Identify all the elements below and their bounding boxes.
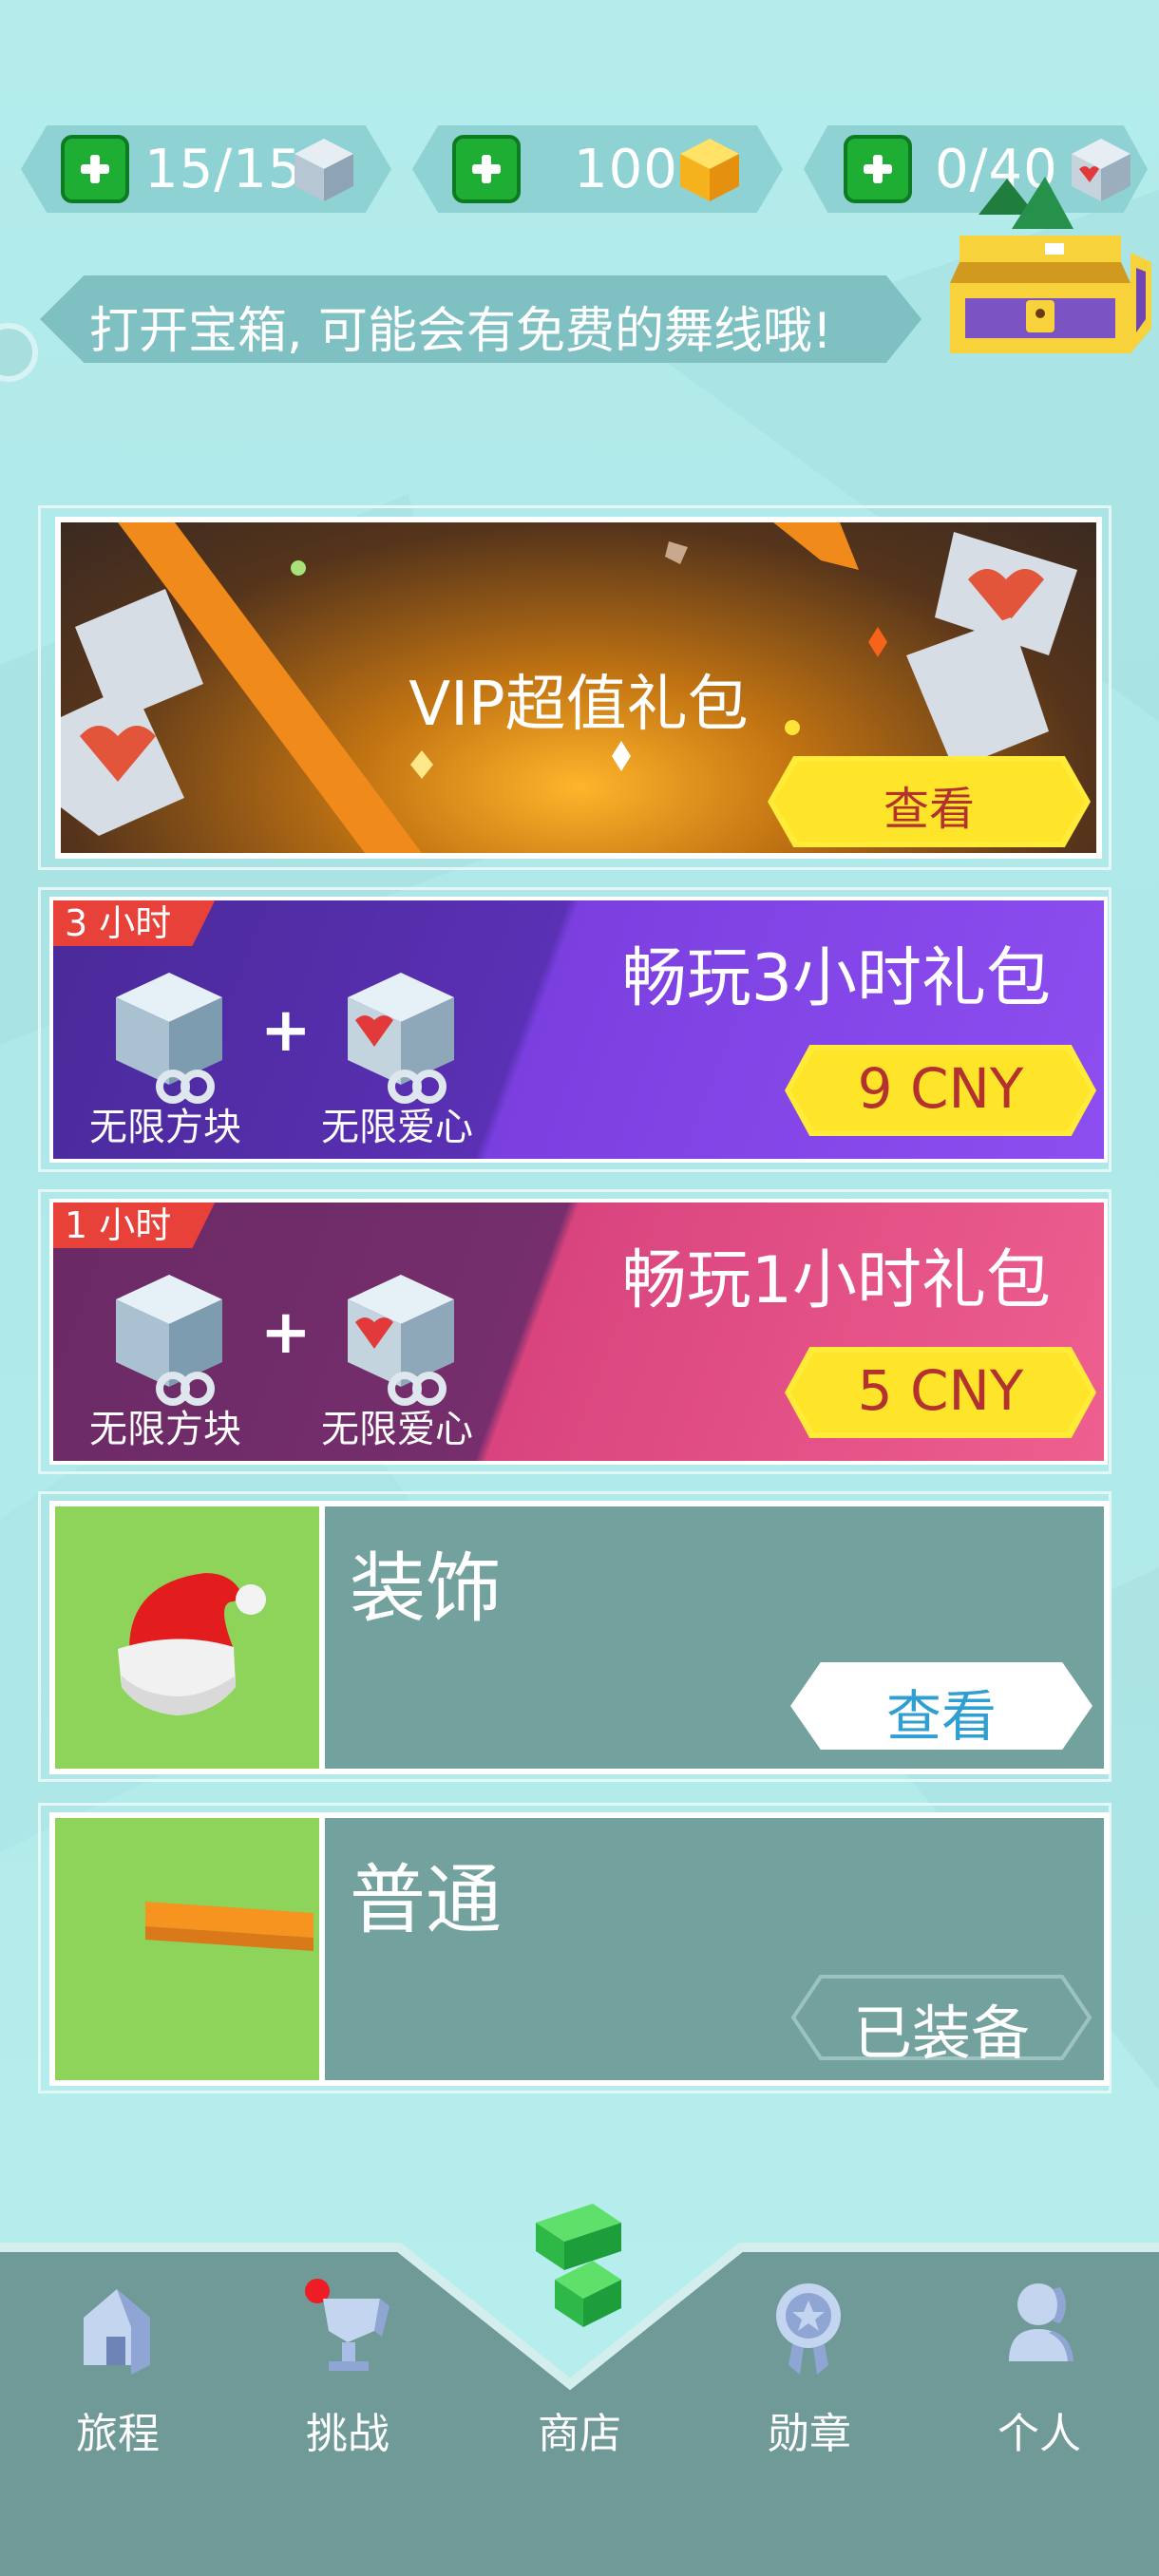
- cube-icon: [294, 139, 353, 201]
- pack-1h-item1: 无限方块: [89, 1408, 241, 1451]
- pack-1h-plus: +: [260, 1297, 312, 1368]
- gold-count: 100: [574, 139, 678, 200]
- pack-1h-price: 5 CNY: [857, 1358, 1024, 1423]
- person-icon: [1009, 2283, 1074, 2361]
- tip-banner: 打开宝箱, 可能会有免费的舞线哦!: [40, 275, 922, 363]
- nav-profile[interactable]: 个人: [963, 2242, 1115, 2527]
- nav-shop-label: 商店: [538, 2410, 621, 2458]
- pack-3h-card[interactable]: 3 小时 畅玩3小时礼包 无限方块 + 无限爱心 9 CNY: [49, 897, 1108, 1163]
- pack-3h-price: 9 CNY: [857, 1056, 1024, 1121]
- nav-challenge[interactable]: 挑战: [272, 2242, 424, 2527]
- pack-3h-price-button[interactable]: 9 CNY: [785, 1045, 1096, 1136]
- infinite-cube-icon: [116, 1275, 222, 1406]
- trophy-icon: [305, 2279, 390, 2371]
- gold-counter: 100: [412, 125, 783, 213]
- santa-hat-icon: [118, 1573, 266, 1715]
- vip-view-button[interactable]: 查看: [768, 756, 1091, 847]
- pack-1h-item2: 无限爱心: [321, 1408, 473, 1451]
- normal-thumbnail: [55, 1818, 325, 2080]
- decoration-view-label: 查看: [885, 1684, 997, 1749]
- vip-pack-banner[interactable]: VIP超值礼包 查看: [55, 517, 1102, 859]
- pack-3h-tag: 3 小时: [53, 900, 216, 946]
- infinite-cube-icon: [116, 973, 222, 1104]
- pack-3h-plus: +: [260, 995, 312, 1066]
- decoration-name: 装饰: [350, 1544, 502, 1633]
- pack-3h-item1: 无限方块: [89, 1106, 241, 1149]
- nav-profile-label: 个人: [998, 2410, 1081, 2458]
- vip-title: VIP超值礼包: [408, 670, 749, 740]
- decoration-row[interactable]: 装饰 查看: [49, 1501, 1110, 1774]
- pack-1h-tag: 1 小时: [53, 1203, 216, 1248]
- nav-shop[interactable]: 商店: [504, 2204, 656, 2527]
- equipped-label: 已装备: [852, 1998, 1030, 2068]
- bottom-navigation: 旅程 挑战 商店 勋章 个人: [0, 2204, 1159, 2576]
- pack-1h-card[interactable]: 1 小时 畅玩1小时礼包 无限方块 + 无限爱心 5 CNY: [49, 1199, 1108, 1465]
- side-indicator[interactable]: [0, 323, 38, 382]
- pack-1h-title: 畅玩1小时礼包: [621, 1243, 1051, 1318]
- blocks-counter: 15/15: [21, 125, 391, 213]
- gold-cube-icon: [680, 139, 739, 201]
- add-gold-button[interactable]: [452, 135, 521, 203]
- infinite-heart-icon: [348, 973, 454, 1104]
- tip-text: 打开宝箱, 可能会有免费的舞线哦!: [89, 303, 832, 360]
- medal-icon: [776, 2283, 841, 2375]
- nav-medals-label: 勋章: [768, 2410, 851, 2458]
- blocks-count: 15/15: [144, 139, 303, 200]
- nav-medals[interactable]: 勋章: [733, 2242, 885, 2527]
- equipped-button[interactable]: 已装备: [790, 1974, 1092, 2068]
- normal-name: 普通: [350, 1856, 502, 1944]
- pack-3h-item2: 无限爱心: [321, 1106, 473, 1149]
- orange-line-icon: [145, 1902, 314, 1951]
- nav-challenge-label: 挑战: [306, 2410, 390, 2458]
- normal-row[interactable]: 普通 已装备: [49, 1812, 1110, 2086]
- house-icon: [84, 2289, 150, 2375]
- decoration-view-button[interactable]: 查看: [790, 1662, 1092, 1750]
- add-blocks-button[interactable]: [61, 135, 129, 203]
- vip-view-label: 查看: [883, 783, 975, 836]
- shop-icon: [536, 2204, 621, 2327]
- pack-1h-price-button[interactable]: 5 CNY: [785, 1347, 1096, 1438]
- infinite-heart-icon: [348, 1275, 454, 1406]
- decoration-thumbnail: [55, 1506, 325, 1769]
- add-hearts-button[interactable]: [844, 135, 912, 203]
- treasure-chest-icon[interactable]: [940, 177, 1153, 367]
- pack-3h-title: 畅玩3小时礼包: [621, 941, 1051, 1016]
- nav-journey-label: 旅程: [76, 2410, 160, 2458]
- nav-journey[interactable]: 旅程: [42, 2242, 194, 2527]
